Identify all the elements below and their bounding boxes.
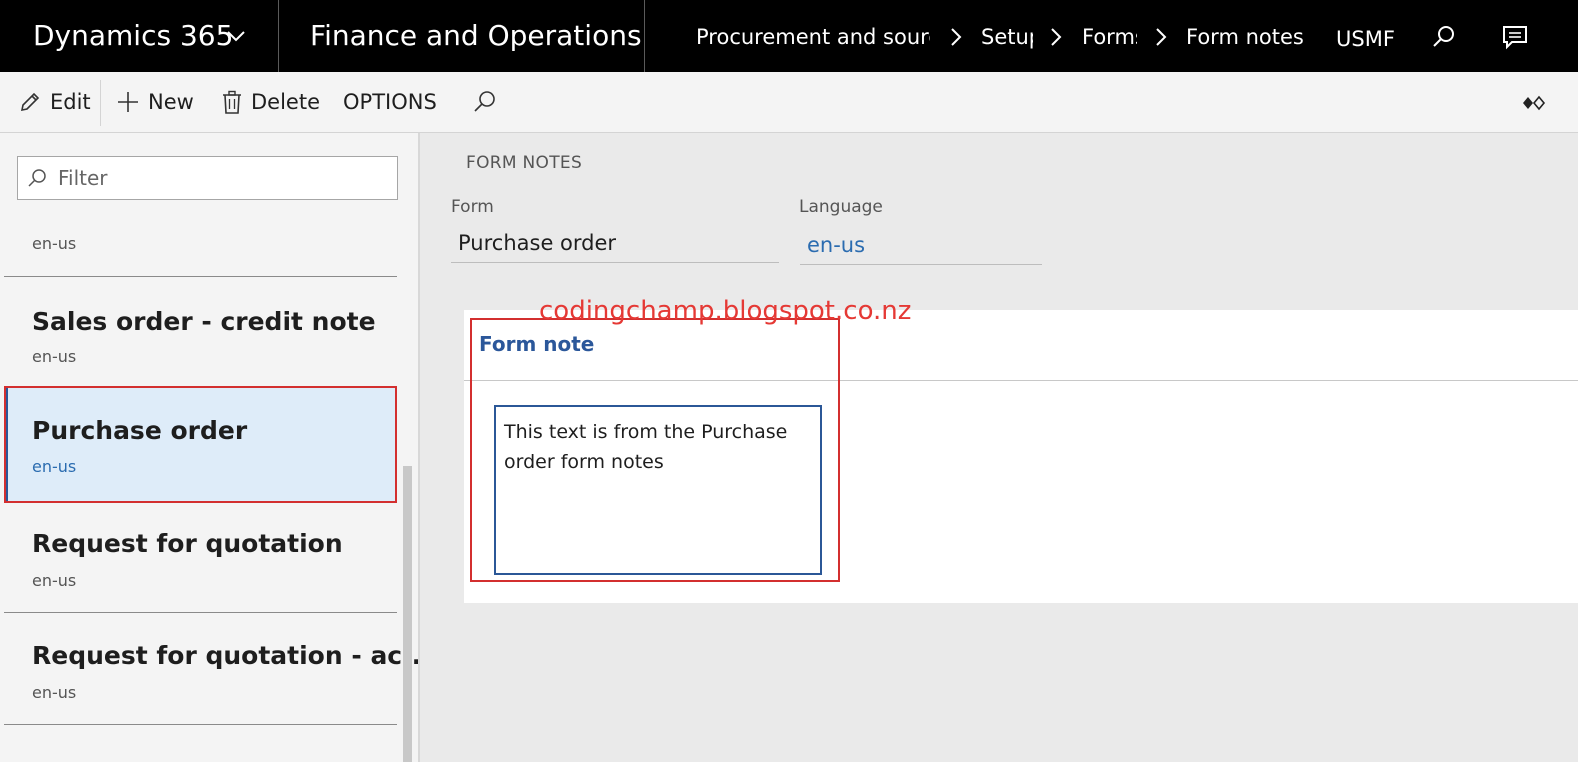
list-item-sub: en-us: [32, 683, 77, 702]
list-pane: en-us Sales order - credit note en-us Pu…: [0, 133, 420, 762]
message-icon[interactable]: [1502, 24, 1528, 50]
action-pane: Edit New Delete OPTIONS: [0, 72, 1578, 133]
options-button[interactable]: OPTIONS: [343, 87, 437, 117]
app-title[interactable]: Finance and Operations: [310, 18, 642, 54]
list-item-sub: en-us: [32, 457, 77, 476]
delete-label: Delete: [251, 90, 320, 114]
delete-button[interactable]: Delete: [221, 87, 320, 117]
breadcrumb-setup[interactable]: Setup: [981, 24, 1033, 50]
company-picker[interactable]: USMF: [1336, 26, 1395, 52]
chevron-right-icon: [1051, 28, 1062, 46]
list-item-selected[interactable]: Purchase order en-us: [4, 388, 397, 501]
edit-label: Edit: [50, 90, 91, 114]
edit-button[interactable]: Edit: [18, 87, 91, 117]
new-label: New: [148, 90, 194, 114]
card-divider: [464, 380, 1578, 381]
language-field-label: Language: [799, 197, 883, 217]
form-field-label: Form: [451, 197, 494, 217]
language-field-value[interactable]: en-us: [800, 225, 1042, 265]
list-item[interactable]: Request for quotation - ac... en-us: [4, 613, 418, 725]
search-icon[interactable]: [1431, 24, 1457, 50]
detail-pane: FORM NOTES Form Purchase order Language …: [422, 133, 1578, 762]
list-item-title: Sales order - credit note: [32, 307, 376, 336]
list-item-title: Request for quotation - ac...: [32, 641, 420, 670]
list-item-title: Request for quotation: [32, 529, 343, 558]
pencil-icon: [20, 92, 40, 112]
top-navigation-bar: Dynamics 365 Finance and Operations Proc…: [0, 0, 1578, 72]
list-item-title: Purchase order: [32, 416, 248, 445]
filter-box[interactable]: [17, 156, 398, 200]
list-item[interactable]: en-us: [4, 211, 397, 277]
action-divider: [100, 80, 101, 126]
breadcrumb-forms[interactable]: Forms: [1082, 24, 1137, 50]
chevron-right-icon: [951, 28, 962, 46]
breadcrumb-procurement[interactable]: Procurement and sourcing: [696, 24, 930, 50]
form-note-textarea[interactable]: This text is from the Purchase order for…: [494, 405, 822, 575]
trash-icon: [223, 90, 241, 114]
nav-divider: [644, 0, 645, 72]
filter-input[interactable]: [56, 165, 376, 191]
dynamics-brand[interactable]: Dynamics 365: [33, 18, 233, 54]
list-item-sub: en-us: [32, 347, 77, 366]
section-header[interactable]: FORM NOTES: [466, 153, 582, 173]
nav-divider: [278, 0, 279, 72]
chevron-down-icon[interactable]: [226, 26, 246, 46]
list-item-sub: en-us: [32, 571, 77, 590]
diamond-options-icon[interactable]: [1522, 94, 1546, 112]
form-note-card: Form note This text is from the Purchase…: [464, 310, 1578, 603]
list-item[interactable]: Request for quotation en-us: [4, 501, 397, 613]
action-search-button[interactable]: [472, 87, 506, 117]
list-item-sub: en-us: [32, 234, 77, 253]
list-item[interactable]: Sales order - credit note en-us: [4, 277, 397, 389]
form-field-value: Purchase order: [451, 223, 779, 263]
chevron-right-icon: [1156, 28, 1167, 46]
options-label: OPTIONS: [343, 90, 437, 114]
form-note-title[interactable]: Form note: [479, 332, 594, 356]
plus-icon: [118, 92, 138, 112]
search-icon: [28, 169, 46, 187]
new-button[interactable]: New: [116, 87, 194, 117]
search-icon: [474, 91, 495, 112]
breadcrumb-form-notes[interactable]: Form notes: [1186, 24, 1316, 50]
list-scrollbar[interactable]: [403, 466, 412, 762]
